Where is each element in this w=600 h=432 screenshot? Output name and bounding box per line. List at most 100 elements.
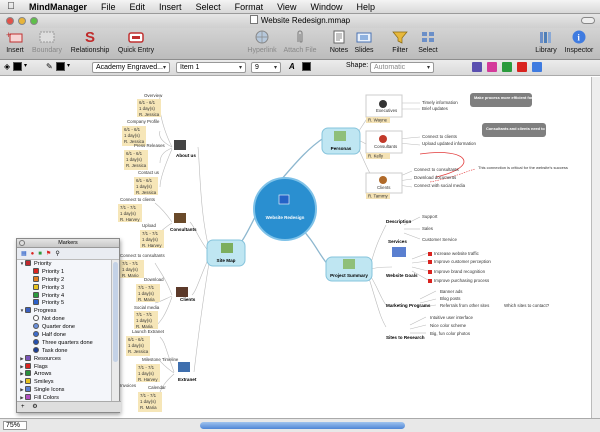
tag-icon[interactable]: ■ (38, 251, 42, 257)
callout-connect[interactable]: Consultants and clients need to connect (482, 123, 562, 137)
marker-item[interactable]: Priority 4 (17, 291, 113, 300)
quick-entry-button[interactable]: Quick Entry (116, 30, 156, 58)
hyperlink-button[interactable]: Hyperlink (244, 30, 280, 58)
relationship-button[interactable]: S Relationship (68, 30, 112, 58)
marker-item[interactable]: Half done (17, 331, 113, 339)
notes-button[interactable]: Notes (328, 30, 350, 58)
apple-menu-icon[interactable]:  (0, 1, 22, 12)
task-card[interactable]: Social media 7/1 - 7/1 1 day(s) R. Maria (134, 305, 160, 329)
task-card[interactable]: Launch Extranet 6/1 - 6/1 1 day(s) R. Je… (126, 329, 165, 356)
font-select[interactable]: Academy Engraved... ▾ (92, 62, 170, 73)
menu-format[interactable]: Format (228, 2, 271, 12)
gear-icon[interactable]: ⚙ (32, 404, 37, 410)
menu-insert[interactable]: Insert (152, 2, 189, 12)
sitemap-consultants[interactable]: Consultants (170, 213, 197, 232)
flag-marker-icon[interactable] (472, 62, 482, 72)
text-color-swatch[interactable] (302, 62, 311, 71)
summary-marketing-programs[interactable]: Marketing Programs (386, 303, 431, 308)
line-color-swatch[interactable] (56, 62, 65, 71)
marker-view-icon[interactable]: ▦ (21, 250, 27, 257)
select-button[interactable]: Select (416, 30, 440, 58)
add-marker-button[interactable]: + (21, 404, 25, 410)
marker-item[interactable]: Priority 1 (17, 267, 113, 276)
text-style-button[interactable]: A (289, 62, 295, 73)
marker-group[interactable]: ▼ Progress (17, 307, 113, 315)
marker-group[interactable]: ▶ Single Icons (17, 386, 113, 394)
central-topic[interactable]: Website Redesign (253, 177, 317, 241)
task-card[interactable]: Contact us 6/1 - 6/1 1 day(s) R. Jessica (134, 170, 160, 195)
persona-executives[interactable]: Executives R. Wayne (365, 94, 403, 123)
marker-group[interactable]: ▶ Flags (17, 362, 113, 371)
task-card[interactable]: Company Profile 6/1 - 6/1 1 day(s) R. Je… (122, 119, 160, 146)
insert-button[interactable]: + Insert (2, 30, 28, 58)
fill-color-swatch[interactable] (13, 62, 22, 71)
summary-services[interactable]: Services (388, 239, 407, 244)
task-card[interactable]: Overview 6/1 - 6/1 1 day(s) R. Jessica (137, 93, 163, 117)
font-size-select[interactable]: 9 ▾ (251, 62, 281, 73)
zoom-select[interactable]: 75% (3, 421, 27, 430)
marker-item[interactable]: Not done (17, 315, 113, 323)
menu-file[interactable]: File (94, 2, 123, 12)
priority-icon[interactable]: ● (31, 251, 35, 257)
search-icon[interactable]: ⚲ (55, 250, 59, 257)
marker-group[interactable]: ▶ Arrows (17, 370, 113, 378)
task-card[interactable]: Milestone Timeline 7/1 - 7/1 1 day(s) R.… (136, 357, 179, 382)
menu-edit[interactable]: Edit (123, 2, 153, 12)
relationship-line[interactable] (419, 152, 465, 178)
topic-site-map[interactable]: Site Map (206, 239, 246, 267)
inspector-button[interactable]: i Inspector (562, 30, 596, 58)
task-card[interactable]: Download 7/1 - 7/1 1 day(s) R. Maria (136, 277, 164, 302)
flag-icon[interactable]: ⚑ (46, 250, 51, 257)
zoom-window-button[interactable] (30, 17, 38, 25)
markers-panel-header[interactable]: Markers (17, 239, 119, 248)
persona-consultants[interactable]: Consultants R. Kelly (365, 130, 403, 159)
marker-group[interactable]: ▶ Resources (17, 354, 113, 363)
filter-button[interactable]: Filter (388, 30, 412, 58)
chevron-down-icon[interactable]: ▾ (67, 62, 70, 73)
checkmark-marker-icon[interactable] (502, 62, 512, 72)
attach-file-button[interactable]: Attach File (282, 30, 318, 58)
summary-website-goals[interactable]: Website Goals (386, 273, 418, 278)
chevron-down-icon[interactable]: ▾ (24, 62, 27, 73)
close-window-button[interactable] (6, 17, 14, 25)
summary-sites-to-research[interactable]: Sites to Research (386, 335, 425, 340)
boundary-button[interactable]: Boundary (32, 30, 62, 58)
markers-scrollbar[interactable] (111, 260, 119, 403)
scroll-thumb[interactable] (200, 422, 405, 429)
marker-item[interactable]: Quarter done (17, 323, 113, 331)
task-card[interactable]: Connect to consultants 7/1 - 7/1 1 day(s… (120, 253, 165, 278)
fill-bucket-icon[interactable]: ◈ (4, 62, 10, 73)
menu-view[interactable]: View (270, 2, 303, 12)
marker-group[interactable]: ▶ Smileys (17, 378, 113, 386)
callout-executives[interactable]: Make process more efficient for executiv… (470, 93, 554, 107)
topic-personas[interactable]: Personas (321, 127, 361, 155)
tag-marker-icon[interactable] (532, 62, 542, 72)
vertical-scrollbar[interactable] (591, 77, 600, 418)
library-button[interactable]: Library (532, 30, 560, 58)
marker-item[interactable]: Three quarters done (17, 338, 113, 347)
line-color-icon[interactable]: ✎ (46, 62, 53, 73)
app-menu[interactable]: MindManager (22, 2, 94, 12)
marker-item[interactable]: Priority 2 (17, 275, 113, 284)
menu-window[interactable]: Window (303, 2, 349, 12)
slides-button[interactable]: Slides (352, 30, 376, 58)
shape-select[interactable]: Automatic ▾ (370, 62, 434, 73)
persona-clients[interactable]: Clients R. Tammy (365, 172, 403, 199)
task-card[interactable]: Press Releases 6/1 - 6/1 1 day(s) R. Jes… (124, 143, 166, 170)
priority-marker-icon[interactable] (487, 62, 497, 72)
marker-item[interactable]: Priority 5 (17, 299, 113, 307)
menu-help[interactable]: Help (349, 2, 382, 12)
style-select[interactable]: Item 1 ▾ (176, 62, 246, 73)
smiley-marker-icon[interactable] (517, 62, 527, 72)
topic-project-summary[interactable]: Project Summary (325, 256, 373, 282)
marker-item[interactable]: Priority 3 (17, 283, 113, 292)
scroll-thumb[interactable] (113, 262, 118, 362)
menu-select[interactable]: Select (189, 2, 228, 12)
minimize-window-button[interactable] (18, 17, 26, 25)
toolbar-toggle-button[interactable] (581, 17, 595, 24)
task-card[interactable]: Upload 7/1 - 7/1 1 day(s) R. Harvey (140, 223, 164, 248)
summary-description[interactable]: Description (386, 219, 411, 224)
close-panel-button[interactable] (19, 240, 25, 246)
task-card[interactable]: Invoices Calendar 7/1 - 7/1 1 day(s) R. … (120, 383, 166, 412)
sitemap-about-us[interactable]: About us (174, 140, 196, 158)
